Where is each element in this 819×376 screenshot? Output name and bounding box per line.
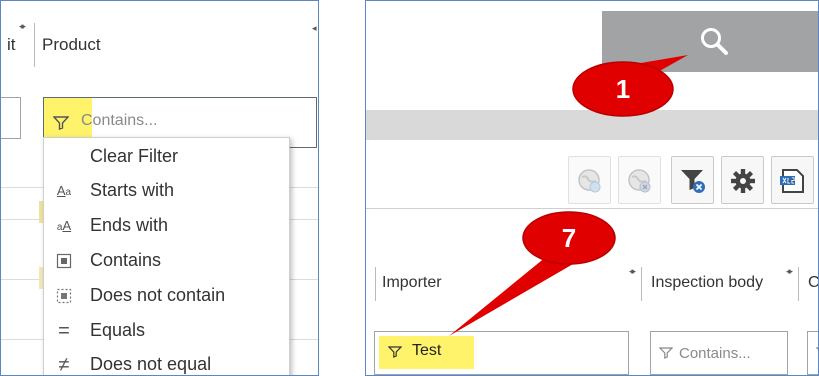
- section-band: [366, 110, 818, 140]
- callout-number: 1: [615, 74, 631, 104]
- menu-item-label: Equals: [90, 320, 146, 340]
- clear-filter-icon: [681, 170, 705, 193]
- menu-item-label: Clear Filter: [90, 146, 179, 166]
- search-icon: [701, 28, 728, 55]
- inspection-body-filter[interactable]: Contains...: [650, 331, 788, 375]
- menu-item-label: Starts with: [90, 180, 175, 200]
- does-not-contain-icon: [54, 287, 74, 305]
- search-button[interactable]: [602, 11, 818, 72]
- menu-item-label: Ends with: [90, 215, 169, 235]
- column-resize-handle[interactable]: ◂▸: [786, 266, 793, 277]
- right-screenshot-panel: Importer ◂▸ Inspection body ◂▸ C Contain…: [365, 0, 819, 376]
- menu-item-label: Does not contain: [90, 285, 226, 305]
- filter-placeholder: Contains...: [679, 345, 751, 362]
- menu-item-clear-filter[interactable]: Clear Filter: [44, 140, 289, 174]
- globe-remove-button[interactable]: [618, 156, 661, 204]
- globe-refresh-icon: [578, 169, 601, 193]
- column-header-inspection-body[interactable]: Inspection body: [651, 274, 763, 292]
- menu-item-starts-with[interactable]: Aa Starts with: [44, 174, 289, 208]
- not-equal-icon: ≠: [58, 354, 70, 376]
- settings-gear-icon: [731, 169, 755, 193]
- left-screenshot-panel: it ◂▸ Product ◂ Contains... Clear Filter…: [0, 0, 319, 376]
- menu-item-contains[interactable]: Contains: [44, 244, 289, 278]
- menu-item-ends-with[interactable]: aA Ends with: [44, 209, 289, 243]
- column-resize-handle[interactable]: ◂: [312, 23, 316, 34]
- starts-with-icon: Aa: [56, 183, 72, 198]
- column-divider: [641, 267, 642, 301]
- filter-funnel-icon[interactable]: [53, 116, 69, 130]
- menu-item-does-not-contain[interactable]: Does not contain: [44, 279, 289, 313]
- column-divider: [798, 267, 799, 301]
- export-button[interactable]: [771, 156, 814, 204]
- menu-item-label: Does not equal: [90, 354, 212, 374]
- next-column-filter[interactable]: [807, 331, 818, 375]
- column-header-next[interactable]: C: [808, 274, 818, 292]
- menu-item-label: Contains: [90, 250, 162, 270]
- filter-funnel-icon[interactable]: [388, 346, 402, 358]
- column-header-product[interactable]: Product: [42, 35, 101, 55]
- filter-options-menu: Clear Filter Aa Starts with aA Ends with…: [43, 137, 290, 376]
- menu-item-does-not-equal[interactable]: ≠ Does not equal: [44, 348, 289, 376]
- grid-header: it ◂▸ Product ◂: [1, 1, 318, 83]
- column-divider: [34, 23, 35, 67]
- globe-remove-icon: [628, 169, 651, 193]
- menu-item-equals[interactable]: = Equals: [44, 314, 289, 348]
- contains-icon: [54, 252, 74, 270]
- column-header-prev[interactable]: it: [7, 35, 16, 55]
- column-resize-handle[interactable]: ◂▸: [629, 266, 636, 277]
- clear-filter-button[interactable]: [671, 156, 714, 204]
- grid-toolbar: [366, 154, 818, 212]
- filter-funnel-icon[interactable]: [659, 347, 673, 359]
- ends-with-icon: aA: [56, 218, 72, 233]
- filter-placeholder: Contains...: [81, 112, 158, 129]
- column-divider: [375, 267, 376, 301]
- globe-refresh-button[interactable]: [568, 156, 611, 204]
- importer-filter-value: Test: [412, 342, 442, 359]
- column-header-importer[interactable]: Importer: [382, 274, 442, 292]
- column-resize-handle[interactable]: ◂▸: [19, 21, 26, 32]
- equals-icon: =: [58, 320, 70, 342]
- callout-number: 7: [561, 223, 577, 253]
- previous-column-filter-input[interactable]: [1, 97, 21, 139]
- settings-button[interactable]: [721, 156, 764, 204]
- export-xls-icon: [780, 169, 804, 193]
- toolbar-divider: [366, 208, 818, 209]
